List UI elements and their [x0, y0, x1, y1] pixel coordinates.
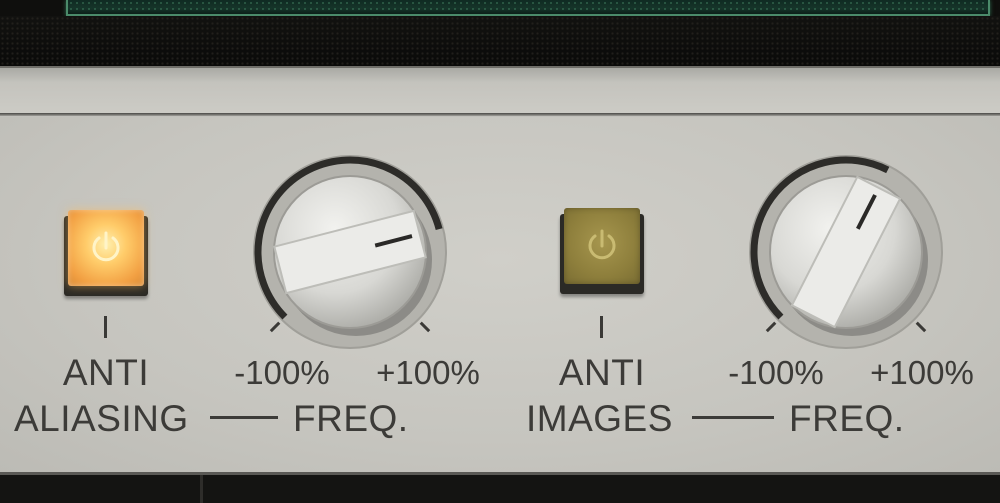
- power-icon: [92, 231, 120, 262]
- display-area: [0, 0, 1000, 66]
- button-tick-mark: [600, 316, 603, 338]
- button-tick-mark: [104, 316, 107, 338]
- aliasing-freq-label: FREQ.: [293, 398, 409, 439]
- aliasing-knob-min-label: -100%: [234, 354, 330, 391]
- upper-ledge: [0, 66, 1000, 116]
- anti-images-power-button[interactable]: [560, 206, 644, 294]
- frequency-knob-icon: [749, 155, 943, 349]
- label-connector-line: [210, 416, 278, 419]
- anti-aliasing-label-line2: ALIASING: [14, 398, 189, 439]
- display-bezel: [0, 16, 1000, 66]
- label-connector-line: [692, 416, 774, 419]
- aliasing-frequency-knob[interactable]: [240, 142, 460, 362]
- images-freq-label: FREQ.: [789, 398, 905, 439]
- anti-aliasing-power-button[interactable]: [64, 208, 148, 296]
- anti-images-label-line1: ANTI: [558, 352, 646, 393]
- images-knob-min-label: -100%: [728, 354, 824, 391]
- images-knob-max-label: +100%: [870, 354, 974, 391]
- images-frequency-knob[interactable]: [736, 142, 956, 362]
- spectrum-display: [66, 0, 990, 16]
- bottom-strip: [0, 472, 1000, 503]
- anti-aliasing-label-line1: ANTI: [62, 352, 150, 393]
- frequency-knob-icon: [253, 155, 447, 349]
- anti-images-label-line2: IMAGES: [526, 398, 673, 439]
- power-icon: [588, 229, 616, 260]
- aliasing-knob-max-label: +100%: [376, 354, 480, 391]
